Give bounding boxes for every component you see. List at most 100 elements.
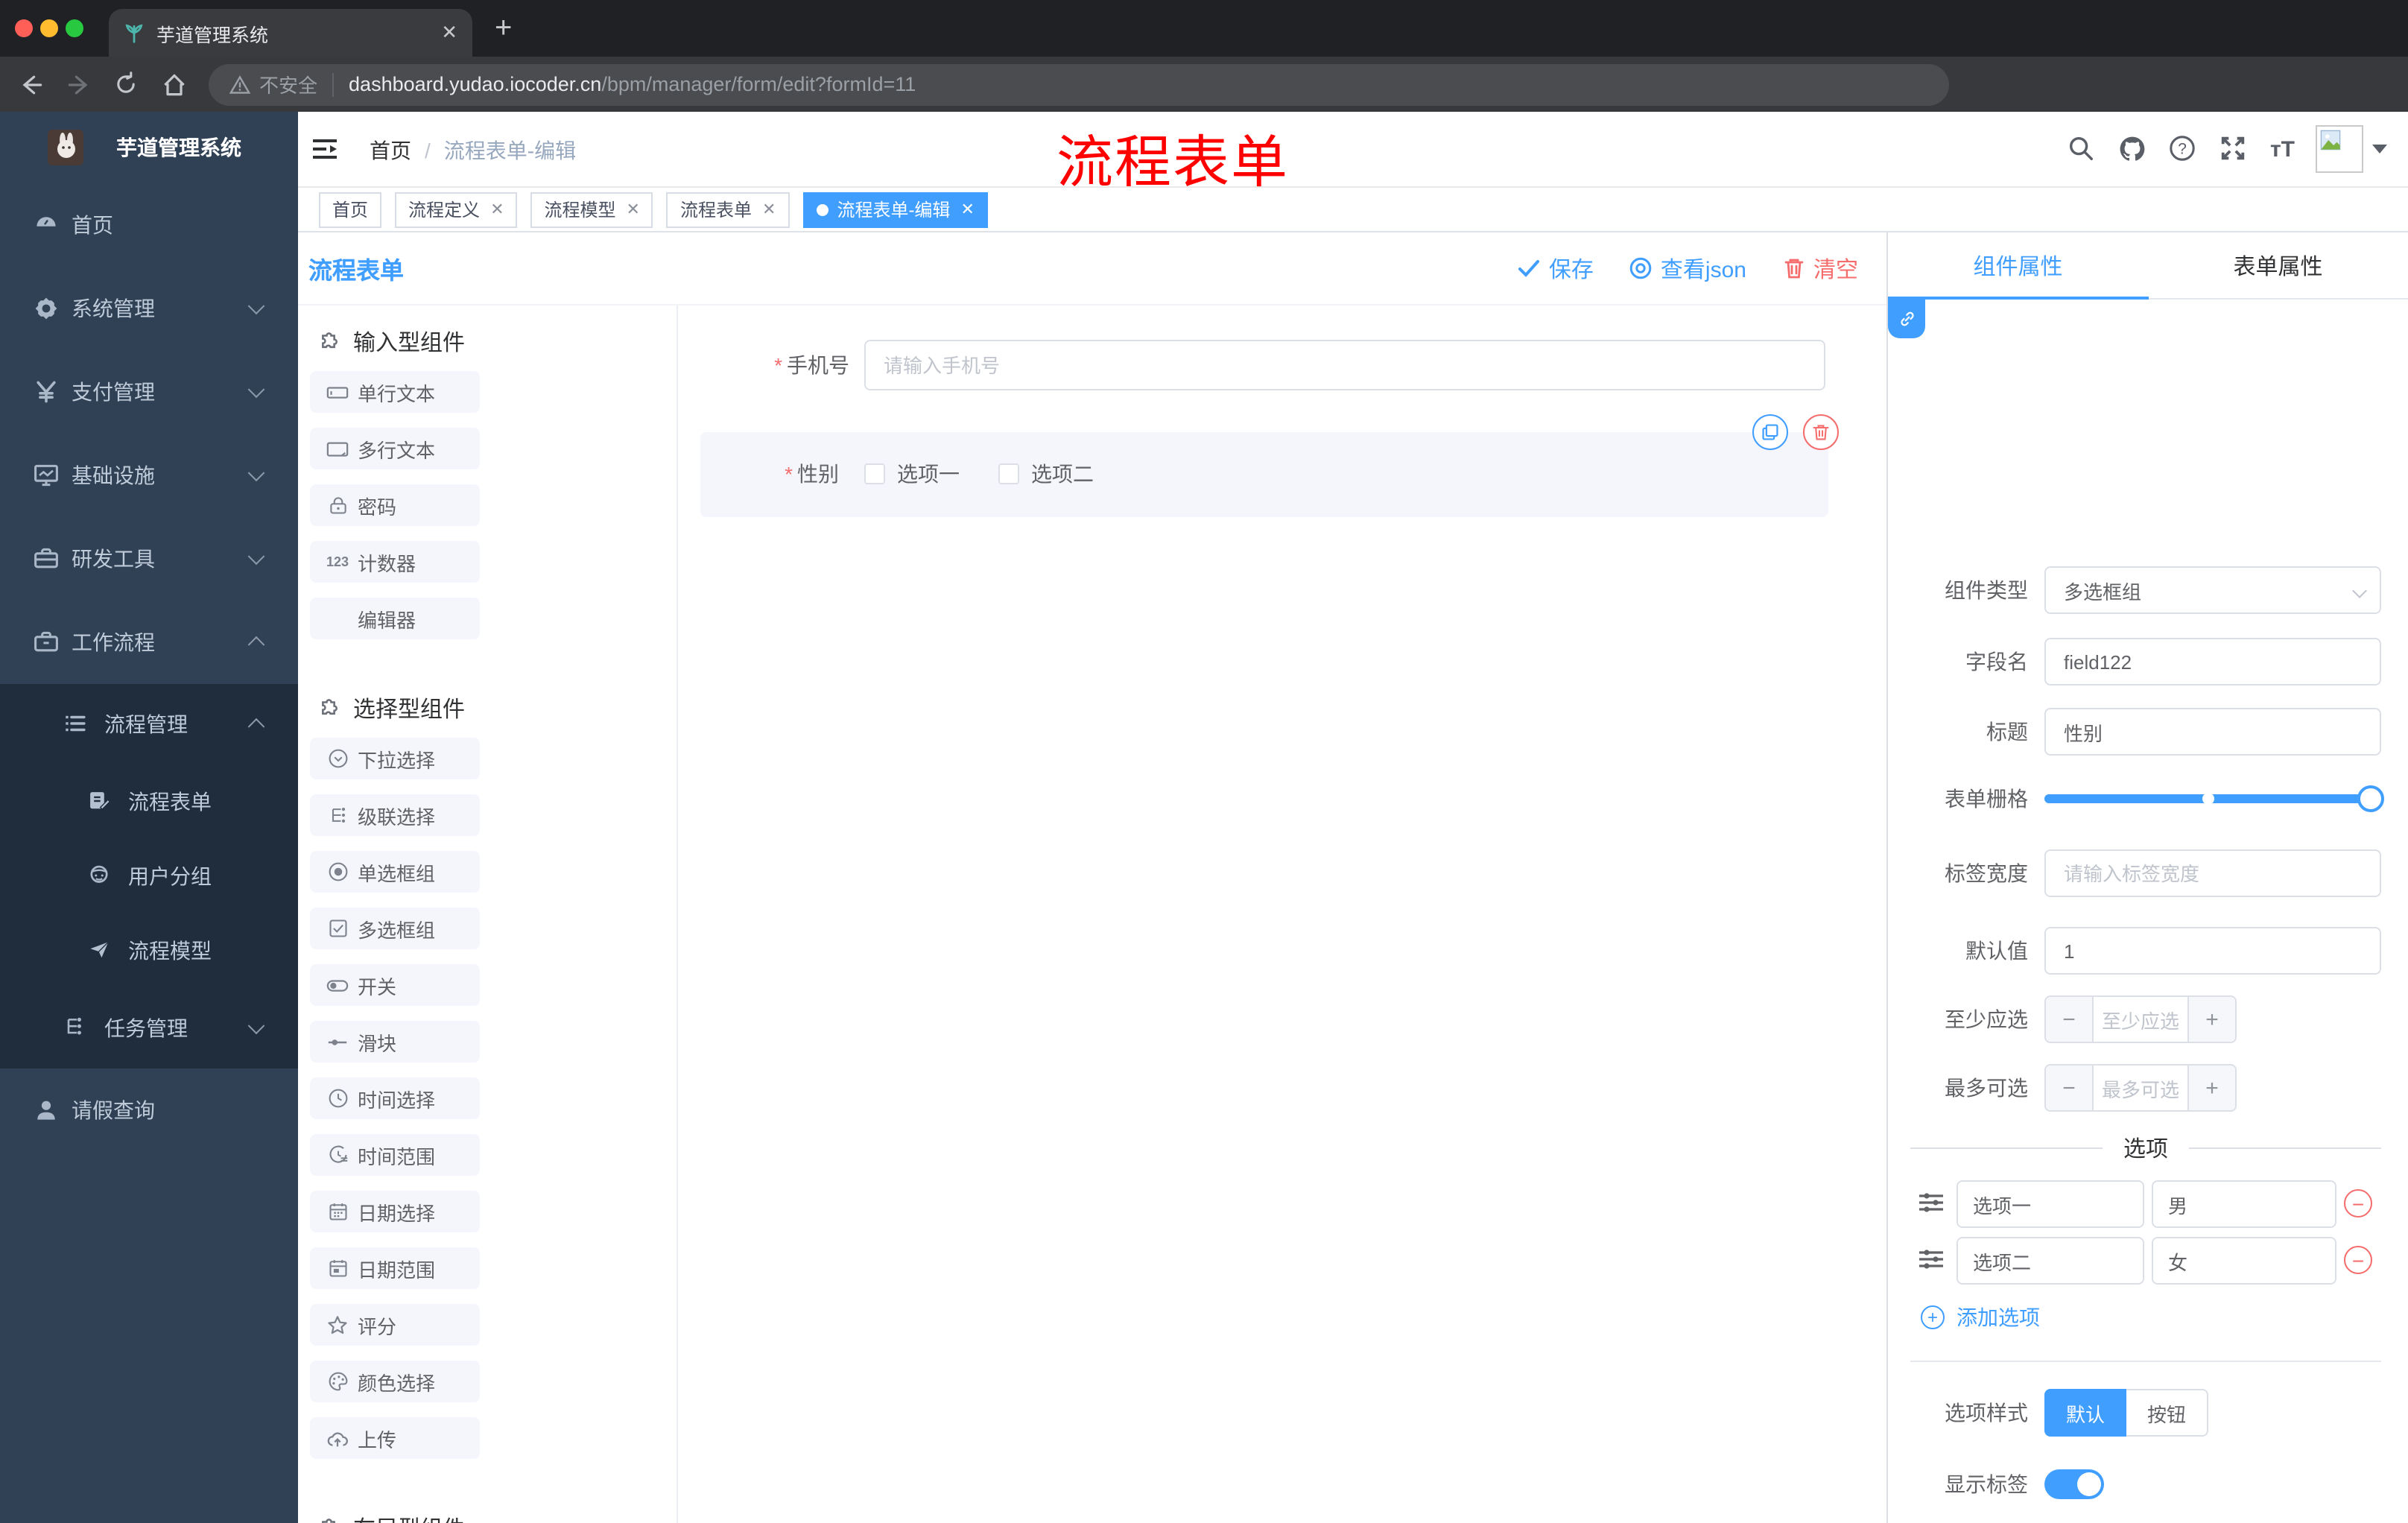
avatar[interactable]	[2316, 125, 2363, 173]
search-icon[interactable]	[2068, 134, 2097, 164]
clear-button[interactable]: 清空	[1782, 253, 1858, 284]
palette-item-editor[interactable]: 编辑器	[310, 598, 480, 639]
title-input[interactable]	[2044, 708, 2381, 756]
sidebar-item-user-group[interactable]: 用户分组	[0, 839, 298, 914]
font-size-icon[interactable]: ᴛT	[2270, 136, 2295, 162]
avatar-caret-down-icon[interactable]	[2372, 145, 2387, 153]
palette-item-date[interactable]: 日期选择	[310, 1191, 480, 1232]
palette-item-rate[interactable]: 评分	[310, 1304, 480, 1346]
phone-field[interactable]: * 手机号	[678, 340, 1886, 390]
default-value-input[interactable]	[2044, 927, 2381, 975]
sidebar-item-process-model[interactable]: 流程模型	[0, 914, 298, 988]
tag-process-model[interactable]: 流程模型 ✕	[530, 191, 653, 227]
tag-process-definition[interactable]: 流程定义 ✕	[395, 191, 518, 227]
palette-item-multi-text[interactable]: 多行文本	[310, 428, 480, 469]
sidebar-item-leave-query[interactable]: 请假查询	[0, 1068, 298, 1152]
sidebar-item-infra[interactable]: 基础设施	[0, 434, 298, 517]
label-width-input[interactable]	[2044, 849, 2381, 897]
sidebar-item-payment[interactable]: 支付管理	[0, 350, 298, 434]
palette-item-time[interactable]: 时间选择	[310, 1077, 480, 1119]
sidebar-item-process-mgmt[interactable]: 流程管理	[0, 684, 298, 764]
view-json-button[interactable]: 查看json	[1629, 253, 1746, 284]
reload-icon[interactable]	[113, 72, 143, 97]
remove-option-button[interactable]: −	[2344, 1189, 2372, 1218]
drag-handle-icon[interactable]	[1918, 1191, 1946, 1218]
form-canvas[interactable]: *手机号 *性别	[678, 305, 1886, 1523]
link-tag-icon[interactable]	[1888, 300, 1925, 338]
github-icon[interactable]	[2118, 134, 2148, 164]
tag-close-icon[interactable]: ✕	[627, 200, 640, 219]
palette-item-counter[interactable]: 123 计数器	[310, 541, 480, 583]
palette-item-color[interactable]: 颜色选择	[310, 1361, 480, 1402]
option2-label-input[interactable]	[1956, 1237, 2144, 1285]
palette-item-cascader[interactable]: 级联选择	[310, 794, 480, 836]
delete-component-button[interactable]	[1803, 414, 1839, 450]
style-default-button[interactable]: 默认	[2044, 1389, 2126, 1437]
drag-handle-icon[interactable]	[1918, 1247, 1946, 1274]
palette-item-checkbox-group[interactable]: 多选框组	[310, 908, 480, 949]
stepper-minus-button[interactable]: −	[2046, 997, 2094, 1042]
gender-option1-checkbox[interactable]	[864, 463, 885, 484]
show-label-toggle[interactable]	[2044, 1469, 2104, 1499]
sidebar-item-devtools[interactable]: 研发工具	[0, 517, 298, 601]
tag-close-icon[interactable]: ✕	[960, 200, 974, 219]
home-icon[interactable]	[161, 71, 191, 98]
url-bar[interactable]: 不安全 dashboard.yudao.iocoder.cn/bpm/manag…	[209, 63, 1949, 105]
tag-home[interactable]: 首页	[319, 191, 382, 227]
palette-item-select[interactable]: 下拉选择	[310, 738, 480, 779]
tag-process-form[interactable]: 流程表单 ✕	[666, 191, 790, 227]
window-close-button[interactable]	[15, 19, 33, 37]
phone-input[interactable]	[864, 340, 1825, 390]
save-button[interactable]: 保存	[1518, 253, 1594, 284]
slider-handle[interactable]	[2357, 785, 2384, 812]
option1-value-input[interactable]	[2152, 1180, 2336, 1228]
palette-item-radio-group[interactable]: 单选框组	[310, 851, 480, 893]
tag-process-form-edit[interactable]: 流程表单-编辑 ✕	[802, 191, 988, 227]
palette-item-date-range[interactable]: 日期范围	[310, 1247, 480, 1289]
palette-item-upload[interactable]: 上传	[310, 1417, 480, 1459]
copy-component-button[interactable]	[1752, 414, 1788, 450]
sidebar-item-workflow[interactable]: 工作流程	[0, 601, 298, 684]
option1-label-input[interactable]	[1956, 1180, 2144, 1228]
logo-row[interactable]: 芋道管理系统	[0, 112, 298, 183]
grid-slider[interactable]	[2044, 785, 2384, 812]
gender-option2-checkbox[interactable]	[998, 463, 1019, 484]
help-icon[interactable]: ?	[2169, 134, 2199, 164]
option2-value-input[interactable]	[2152, 1237, 2336, 1285]
window-zoom-button[interactable]	[66, 19, 83, 37]
palette-item-slider[interactable]: 滑块	[310, 1021, 480, 1063]
add-option-button[interactable]: + 添加选项	[1921, 1302, 2040, 1332]
palette-item-time-range[interactable]: 时间范围	[310, 1134, 480, 1176]
stepper-plus-button[interactable]: +	[2187, 997, 2235, 1042]
palette-item-password[interactable]: 密码	[310, 484, 480, 526]
collapse-sidebar-icon[interactable]	[310, 134, 340, 164]
tag-close-icon[interactable]: ✕	[490, 200, 504, 219]
tab-component-props[interactable]: 组件属性	[1888, 232, 2148, 298]
palette-item-single-text[interactable]: 单行文本	[310, 371, 480, 413]
new-tab-button[interactable]: +	[495, 12, 512, 46]
remove-option-button[interactable]: −	[2344, 1246, 2372, 1274]
tab-form-props[interactable]: 表单属性	[2148, 232, 2408, 298]
browser-tab[interactable]: 芋道管理系统 ✕	[109, 9, 472, 57]
min-select-placeholder[interactable]: 至少应选	[2094, 997, 2187, 1042]
max-select-placeholder[interactable]: 最多可选	[2094, 1066, 2187, 1110]
fullscreen-icon[interactable]	[2220, 134, 2249, 164]
sidebar-item-home[interactable]: 首页	[0, 183, 298, 267]
stepper-plus-button[interactable]: +	[2187, 1066, 2235, 1110]
stepper-minus-button[interactable]: −	[2046, 1066, 2094, 1110]
not-secure-label[interactable]: 不安全	[259, 70, 317, 98]
palette-item-switch[interactable]: 开关	[310, 964, 480, 1006]
forward-icon[interactable]	[66, 71, 95, 98]
tab-close-icon[interactable]: ✕	[441, 21, 457, 45]
sidebar-item-system[interactable]: 系统管理	[0, 267, 298, 350]
component-type-select[interactable]: 多选框组	[2044, 566, 2381, 614]
sidebar-item-task-mgmt[interactable]: 任务管理	[0, 988, 298, 1068]
selected-gender-field[interactable]: * 性别 选项一 选项二	[700, 414, 1839, 517]
breadcrumb-home[interactable]: 首页	[370, 136, 411, 165]
sidebar-item-process-form[interactable]: 流程表单	[0, 764, 298, 839]
field-name-input[interactable]	[2044, 638, 2381, 685]
style-button-button[interactable]: 按钮	[2126, 1389, 2208, 1437]
back-icon[interactable]	[18, 71, 48, 98]
window-minimize-button[interactable]	[40, 19, 58, 37]
tag-close-icon[interactable]: ✕	[762, 200, 776, 219]
